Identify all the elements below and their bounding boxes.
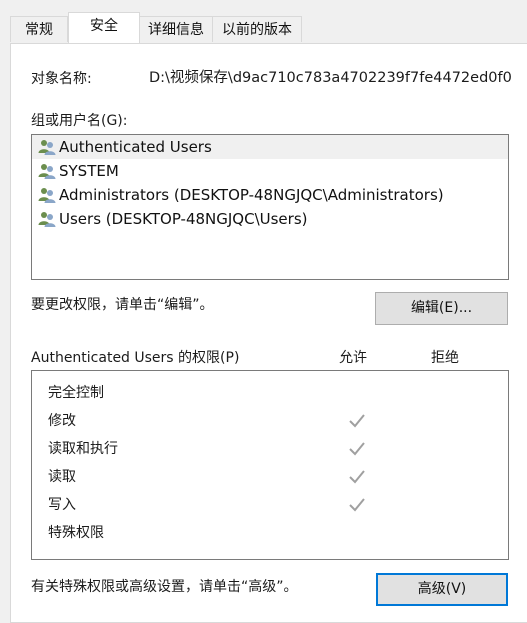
permission-row-modify: 修改 bbox=[48, 407, 488, 435]
security-panel: 对象名称: D:\视频保存\d9ac710c783a4702239f7fe447… bbox=[10, 43, 527, 623]
permission-label: 读取和执行 bbox=[48, 441, 118, 457]
group-user-list[interactable]: Authenticated Users SYSTEM Administrator… bbox=[31, 134, 509, 280]
permission-row-special: 特殊权限 bbox=[48, 519, 488, 547]
list-item-administrators[interactable]: Administrators (DESKTOP-48NGJQC\Administ… bbox=[32, 183, 508, 207]
checkmark-icon bbox=[349, 498, 365, 512]
permission-label: 完全控制 bbox=[48, 385, 104, 401]
permissions-header: Authenticated Users 的权限(P) bbox=[31, 350, 240, 366]
permission-label: 写入 bbox=[48, 497, 76, 513]
object-name-label: 对象名称: bbox=[31, 71, 92, 87]
allow-column-header: 允许 bbox=[339, 350, 367, 366]
checkmark-icon bbox=[349, 442, 365, 456]
permission-label: 读取 bbox=[48, 469, 76, 485]
tab-security[interactable]: 安全 bbox=[68, 12, 140, 43]
checkmark-icon bbox=[349, 470, 365, 484]
group-list-label: 组或用户名(G): bbox=[31, 113, 128, 129]
list-item-system[interactable]: SYSTEM bbox=[32, 159, 508, 183]
deny-column-header: 拒绝 bbox=[431, 350, 459, 366]
user-group-icon bbox=[38, 188, 56, 203]
permission-row-read: 读取 bbox=[48, 463, 488, 491]
edit-hint-text: 要更改权限，请单击“编辑”。 bbox=[31, 297, 214, 313]
list-item-label: Authenticated Users bbox=[59, 138, 212, 156]
tab-general[interactable]: 常规 bbox=[10, 16, 68, 42]
edit-button[interactable]: 编辑(E)... bbox=[375, 292, 508, 325]
permission-row-write: 写入 bbox=[48, 491, 488, 519]
user-group-icon bbox=[38, 140, 56, 155]
permission-label: 修改 bbox=[48, 413, 76, 429]
tab-strip: 常规 安全 详细信息 以前的版本 bbox=[10, 12, 527, 43]
object-name-value: D:\视频保存\d9ac710c783a4702239f7fe4472ed0f0 bbox=[149, 70, 512, 86]
permission-label: 特殊权限 bbox=[48, 525, 104, 541]
list-item-label: Users (DESKTOP-48NGJQC\Users) bbox=[59, 210, 308, 228]
advanced-button[interactable]: 高级(V) bbox=[376, 573, 508, 606]
permission-row-full-control: 完全控制 bbox=[48, 379, 488, 407]
user-group-icon bbox=[38, 164, 56, 179]
checkmark-icon bbox=[349, 414, 365, 428]
list-item-label: Administrators (DESKTOP-48NGJQC\Administ… bbox=[59, 186, 444, 204]
tab-previous-versions[interactable]: 以前的版本 bbox=[212, 16, 302, 42]
permission-row-read-execute: 读取和执行 bbox=[48, 435, 488, 463]
permissions-list[interactable]: 完全控制 修改 读取和执行 读取 写入 特殊权限 bbox=[31, 370, 509, 560]
advanced-hint-text: 有关特殊权限或高级设置，请单击“高级”。 bbox=[31, 579, 298, 595]
tab-details[interactable]: 详细信息 bbox=[138, 16, 214, 42]
list-item-users[interactable]: Users (DESKTOP-48NGJQC\Users) bbox=[32, 207, 508, 231]
list-item-authenticated-users[interactable]: Authenticated Users bbox=[32, 135, 508, 159]
list-item-label: SYSTEM bbox=[59, 162, 119, 180]
user-group-icon bbox=[38, 212, 56, 227]
